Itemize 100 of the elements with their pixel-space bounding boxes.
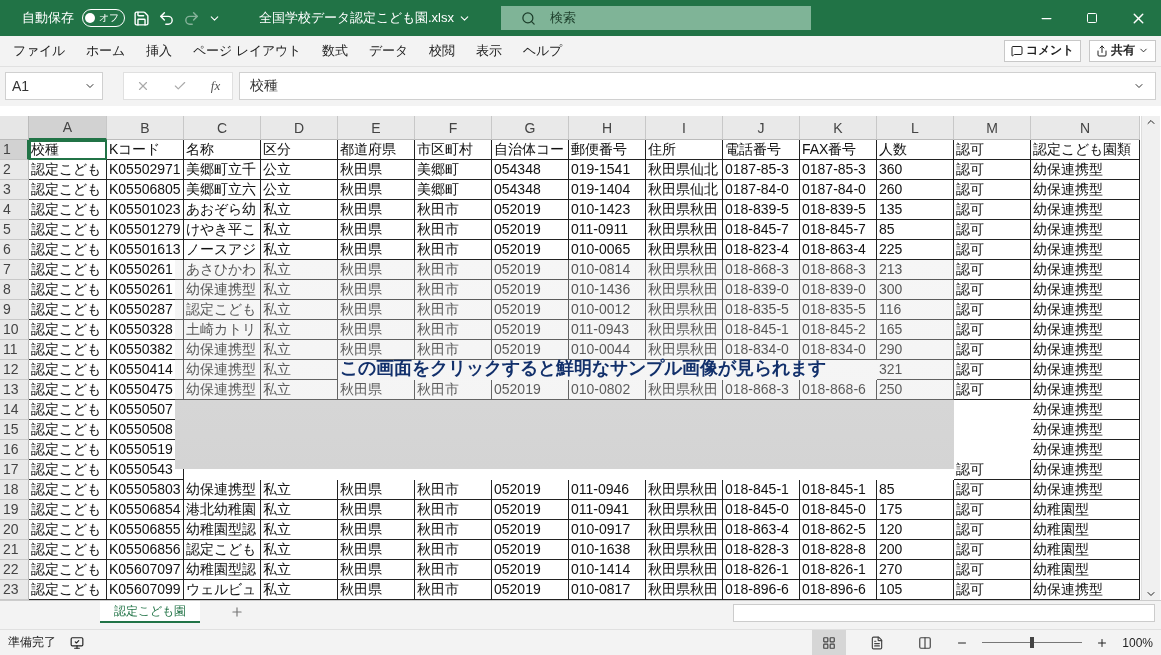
table-cell[interactable]: 認定こども — [29, 320, 107, 341]
table-cell[interactable]: 018-835-5 — [800, 300, 877, 321]
table-cell[interactable]: 私立 — [261, 220, 338, 241]
table-cell[interactable]: 010-0012 — [569, 300, 646, 321]
table-cell[interactable]: 幼保連携型 — [1031, 340, 1140, 361]
table-cell[interactable]: K05506854 — [107, 500, 184, 521]
table-cell[interactable]: 幼保連携型 — [1031, 200, 1140, 221]
table-cell[interactable]: 018-839-5 — [800, 200, 877, 221]
table-cell[interactable]: 秋田市 — [415, 540, 492, 561]
row-header[interactable]: 4 — [0, 200, 29, 221]
table-cell[interactable]: 認定こども — [29, 380, 107, 401]
table-cell[interactable]: 秋田県秋田 — [646, 540, 723, 561]
table-cell[interactable]: K0550508 — [107, 420, 184, 441]
table-cell[interactable]: 幼保連携型 — [184, 280, 261, 301]
table-cell[interactable]: 私立 — [261, 500, 338, 521]
row-header[interactable]: 13 — [0, 380, 29, 401]
table-cell[interactable]: 秋田県 — [338, 540, 415, 561]
sheet-tab[interactable]: 認定こども園 — [100, 601, 200, 624]
table-cell[interactable]: 052019 — [492, 320, 569, 341]
table-cell[interactable]: 幼稚園型 — [1031, 520, 1140, 541]
table-cell[interactable]: 052019 — [492, 200, 569, 221]
table-cell[interactable]: 054348 — [492, 180, 569, 201]
table-cell[interactable]: 認可 — [954, 160, 1031, 181]
table-cell[interactable]: 018-834-0 — [800, 340, 877, 361]
table-cell[interactable]: 011-0911 — [569, 220, 646, 241]
table-cell[interactable]: K05506855 — [107, 520, 184, 541]
table-cell[interactable]: 秋田県秋田 — [646, 320, 723, 341]
table-cell[interactable]: 認定こども — [29, 540, 107, 561]
table-cell[interactable]: 135 — [877, 200, 954, 221]
table-cell[interactable]: 幼保連携型 — [1031, 480, 1140, 501]
table-cell[interactable]: K05502971 — [107, 160, 184, 181]
table-cell[interactable]: 幼保連携型 — [184, 480, 261, 501]
table-cell[interactable]: 秋田県 — [338, 160, 415, 181]
row-header[interactable]: 21 — [0, 540, 29, 561]
table-cell[interactable]: 秋田県 — [338, 340, 415, 361]
table-cell[interactable]: 052019 — [492, 480, 569, 501]
table-cell[interactable]: K0550328 — [107, 320, 184, 341]
table-cell[interactable]: 052019 — [492, 300, 569, 321]
table-cell[interactable]: 018-826-1 — [723, 560, 800, 581]
table-cell[interactable]: 秋田県 — [338, 560, 415, 581]
table-cell[interactable]: 秋田県仙北 — [646, 160, 723, 181]
menu-tab[interactable]: ファイル — [6, 41, 79, 60]
table-cell[interactable]: 秋田県仙北 — [646, 180, 723, 201]
table-cell[interactable]: 電話番号 — [723, 140, 800, 161]
column-header[interactable]: K — [800, 116, 877, 141]
table-cell[interactable]: 018-828-8 — [800, 540, 877, 561]
table-cell[interactable]: 秋田県秋田 — [646, 200, 723, 221]
table-cell[interactable]: 秋田市 — [415, 300, 492, 321]
table-cell[interactable]: 018-863-4 — [800, 240, 877, 261]
row-header[interactable]: 18 — [0, 480, 29, 501]
select-all-corner[interactable] — [0, 116, 29, 141]
table-cell[interactable]: 018-845-7 — [800, 220, 877, 241]
table-cell[interactable]: 011-0941 — [569, 500, 646, 521]
table-cell[interactable]: 認可 — [954, 140, 1031, 161]
table-cell[interactable]: 018-862-5 — [800, 520, 877, 541]
table-cell[interactable]: 公立 — [261, 180, 338, 201]
menu-tab[interactable]: 校閲 — [421, 41, 469, 60]
table-cell[interactable]: 幼保連携型 — [1031, 240, 1140, 261]
table-cell[interactable]: 認定こども — [184, 540, 261, 561]
table-cell[interactable]: 私立 — [261, 300, 338, 321]
table-cell[interactable]: 幼稚園型 — [1031, 540, 1140, 561]
table-cell[interactable]: 幼稚園型認 — [184, 560, 261, 581]
table-cell[interactable]: 私立 — [261, 280, 338, 301]
table-cell[interactable]: 秋田県秋田 — [646, 280, 723, 301]
table-cell[interactable]: 住所 — [646, 140, 723, 161]
table-cell[interactable]: 認定こども — [29, 200, 107, 221]
table-cell[interactable]: 認可 — [954, 500, 1031, 521]
table-cell[interactable]: 私立 — [261, 340, 338, 361]
table-cell[interactable]: 秋田市 — [415, 560, 492, 581]
table-cell[interactable]: 私立 — [261, 360, 338, 381]
table-cell[interactable]: 011-0946 — [569, 480, 646, 501]
file-name[interactable]: 全国学校データ認定こども園.xlsx — [259, 9, 471, 27]
table-cell[interactable]: 幼保連携型 — [184, 380, 261, 401]
table-cell[interactable]: K05501279 — [107, 220, 184, 241]
table-cell[interactable]: K0550519 — [107, 440, 184, 461]
vertical-scrollbar[interactable] — [1141, 116, 1160, 601]
table-cell[interactable]: 秋田市 — [415, 380, 492, 401]
table-cell[interactable]: 認定こども — [29, 340, 107, 361]
column-header[interactable]: I — [646, 116, 723, 141]
table-cell[interactable]: K0550261 — [107, 280, 184, 301]
table-cell[interactable]: 認定こども — [29, 260, 107, 281]
table-cell[interactable]: 私立 — [261, 520, 338, 541]
table-cell[interactable]: 秋田県 — [338, 520, 415, 541]
table-cell[interactable]: 018-835-5 — [723, 300, 800, 321]
table-cell[interactable]: 認定こども — [29, 160, 107, 181]
row-header[interactable]: 11 — [0, 340, 29, 361]
table-cell[interactable]: 認定こども園類 — [1031, 140, 1140, 161]
add-sheet-icon[interactable] — [230, 605, 244, 620]
table-cell[interactable]: 052019 — [492, 220, 569, 241]
table-cell[interactable]: 秋田県秋田 — [646, 300, 723, 321]
table-cell[interactable]: 幼保連携型 — [1031, 300, 1140, 321]
row-header[interactable]: 20 — [0, 520, 29, 541]
table-cell[interactable]: 郵便番号 — [569, 140, 646, 161]
comment-button[interactable]: コメント — [1004, 39, 1081, 62]
table-cell[interactable]: 港北幼稚園 — [184, 500, 261, 521]
table-cell[interactable]: 秋田県秋田 — [646, 500, 723, 521]
table-cell[interactable]: 秋田県 — [338, 280, 415, 301]
table-cell[interactable]: 秋田県秋田 — [646, 560, 723, 581]
table-cell[interactable]: 052019 — [492, 340, 569, 361]
menu-tab[interactable]: ページ レイアウト — [186, 41, 315, 60]
